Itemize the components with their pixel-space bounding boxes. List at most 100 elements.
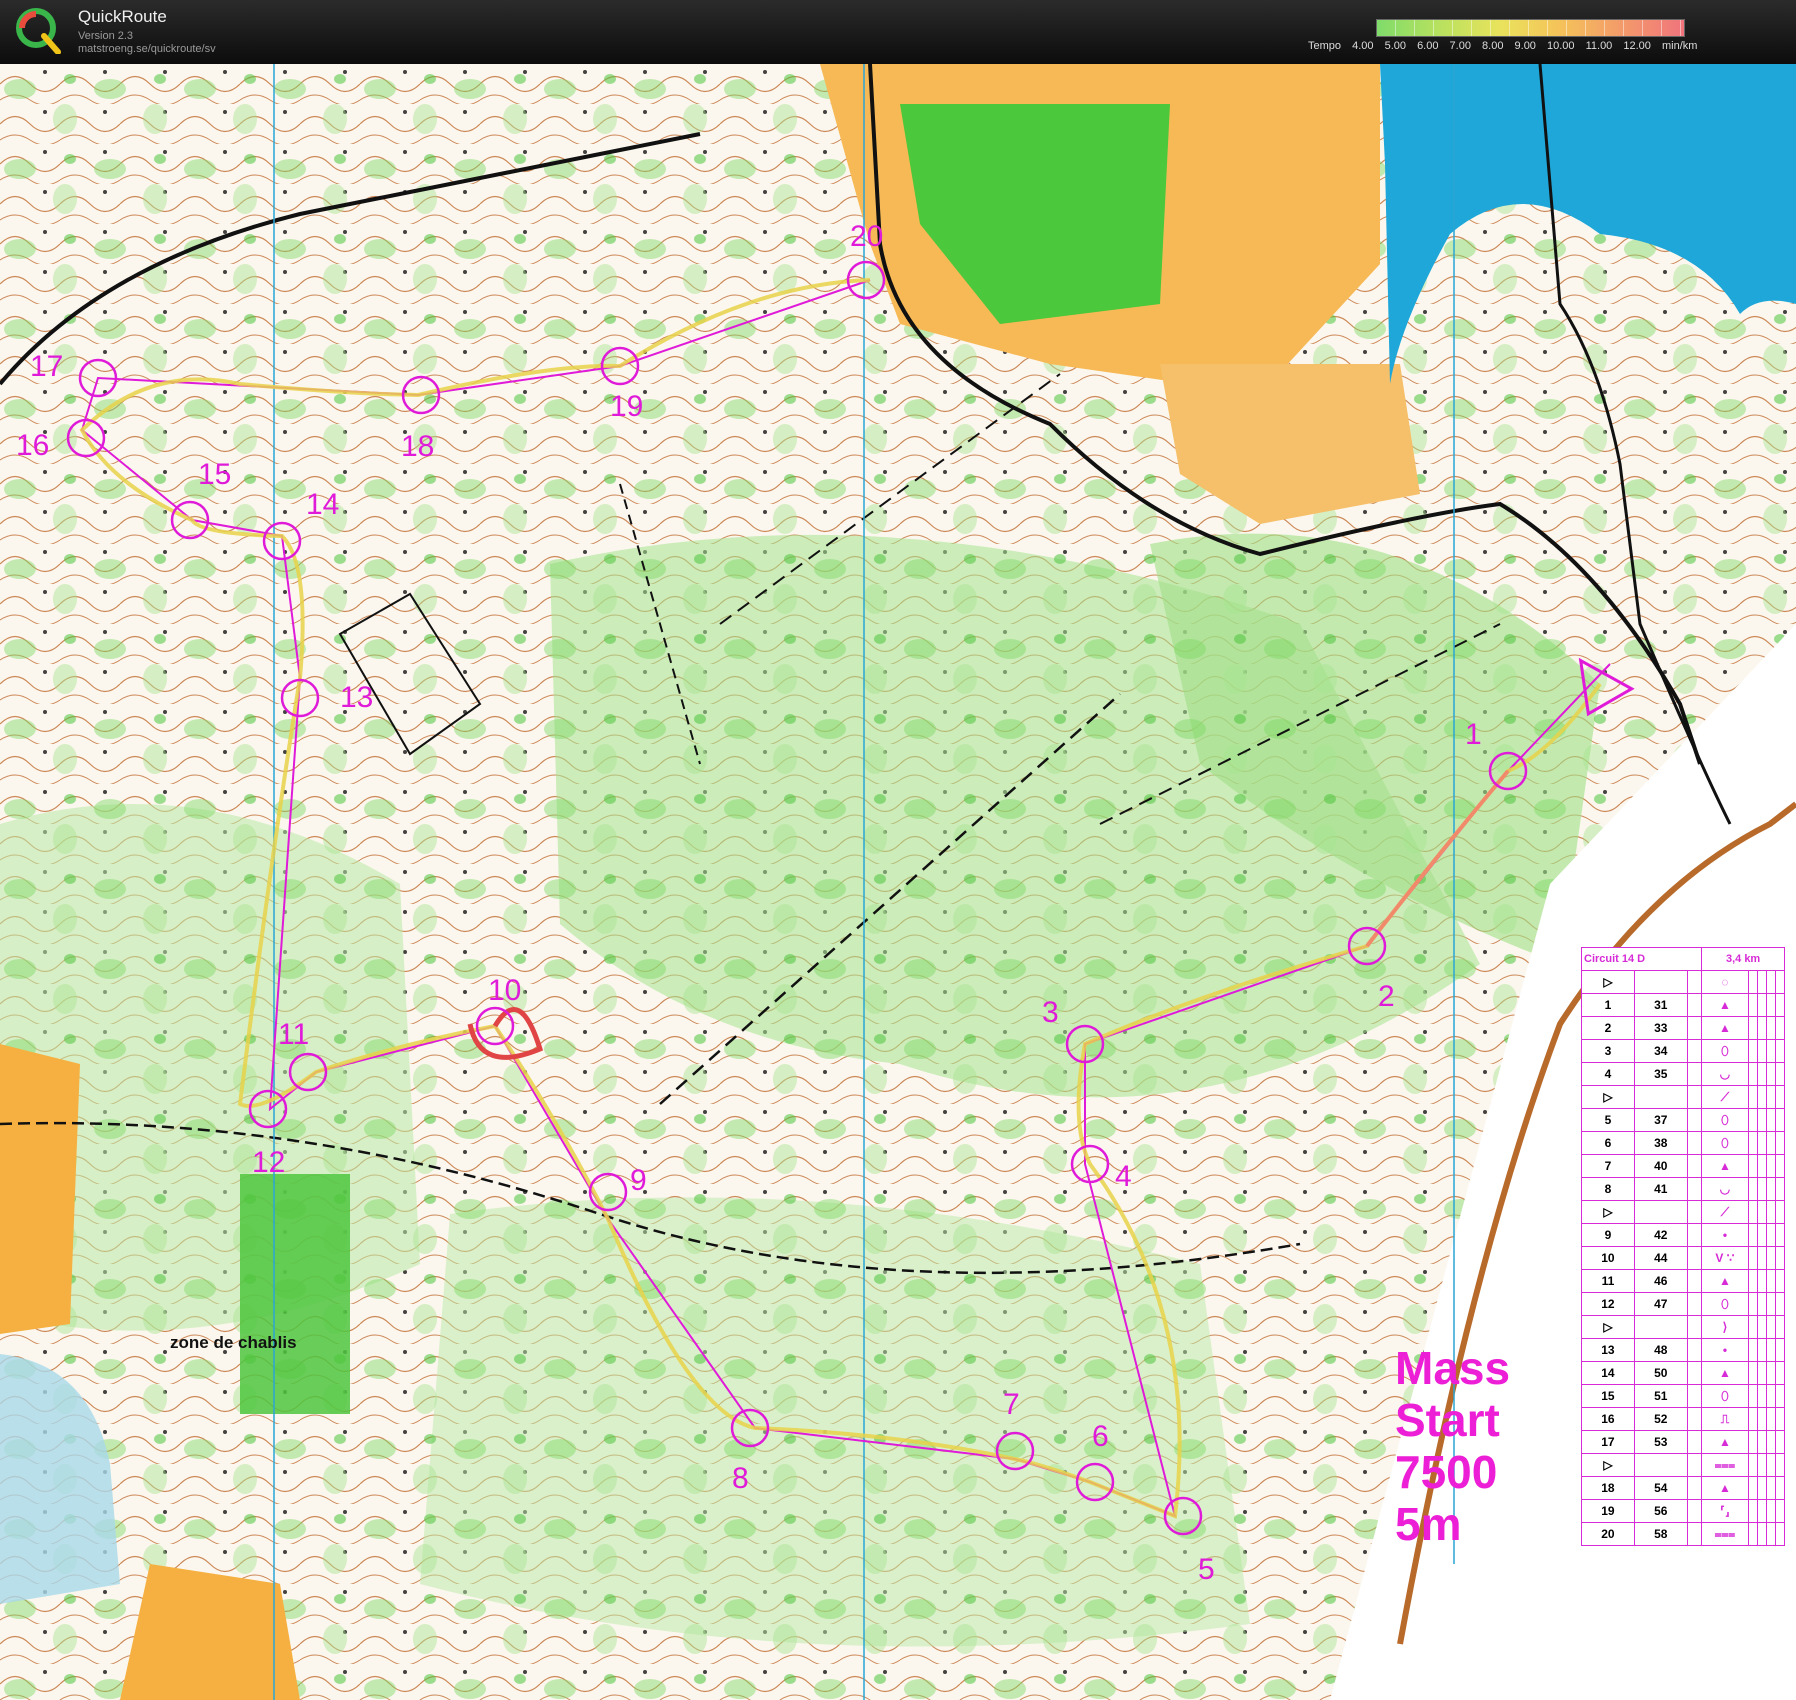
tempo-value: 5.00 bbox=[1384, 40, 1406, 52]
mass-start-note: Mass Start 7500 5m bbox=[1395, 1342, 1510, 1550]
tempo-label: Tempo bbox=[1308, 40, 1342, 52]
empty-cell bbox=[1765, 1476, 1776, 1500]
empty-cell bbox=[1774, 1108, 1786, 1132]
description-row: 19 56 ⸢⸥ bbox=[1581, 1499, 1786, 1523]
feature-symbol: ▲ bbox=[1701, 993, 1749, 1017]
control-code: 53 bbox=[1633, 1430, 1688, 1454]
control-number: 3 bbox=[1042, 996, 1059, 1029]
control-code: 31 bbox=[1633, 993, 1688, 1017]
feature-symbol: ▲ bbox=[1701, 1016, 1749, 1040]
empty-cell bbox=[1756, 993, 1767, 1017]
empty-cell bbox=[1774, 1499, 1786, 1523]
empty-cell bbox=[1774, 1223, 1786, 1247]
control-code: 54 bbox=[1633, 1476, 1688, 1500]
row-number: 17 bbox=[1581, 1430, 1635, 1454]
empty-cell bbox=[1747, 1269, 1758, 1293]
empty-cell bbox=[1747, 1453, 1758, 1477]
empty-cell bbox=[1765, 1315, 1776, 1339]
feature-symbol: ◡ bbox=[1701, 1177, 1749, 1201]
control-code: 58 bbox=[1633, 1522, 1688, 1546]
description-row: 9 42 • bbox=[1581, 1223, 1786, 1247]
empty-cell bbox=[1747, 970, 1758, 994]
feature-symbol: ⩶ bbox=[1701, 1453, 1749, 1477]
control-code: 42 bbox=[1633, 1223, 1688, 1247]
empty-cell bbox=[1747, 1430, 1758, 1454]
description-row: 1 31 ▲ bbox=[1581, 993, 1786, 1017]
feature-symbol: ▲ bbox=[1701, 1476, 1749, 1500]
feature-symbol: ▲ bbox=[1701, 1269, 1749, 1293]
row-number: ▷ bbox=[1581, 1200, 1635, 1224]
row-number: 12 bbox=[1581, 1292, 1635, 1316]
description-row: 8 41 ◡ bbox=[1581, 1177, 1786, 1201]
empty-cell bbox=[1686, 1154, 1703, 1178]
control-number: 13 bbox=[340, 681, 373, 714]
control-number: 14 bbox=[306, 488, 339, 521]
empty-cell bbox=[1774, 1200, 1786, 1224]
description-row: 14 50 ▲ bbox=[1581, 1361, 1786, 1385]
row-number: ▷ bbox=[1581, 1453, 1635, 1477]
empty-cell bbox=[1756, 1361, 1767, 1385]
description-row: ▷ ⟋ bbox=[1581, 1200, 1786, 1224]
control-code: 37 bbox=[1633, 1108, 1688, 1132]
empty-cell bbox=[1756, 1522, 1767, 1546]
empty-cell bbox=[1756, 1085, 1767, 1109]
empty-cell bbox=[1765, 1085, 1776, 1109]
control-number: 8 bbox=[732, 1462, 749, 1495]
empty-cell bbox=[1765, 1223, 1776, 1247]
control-number: 18 bbox=[401, 430, 434, 463]
orienteering-map[interactable]: 1 2 3 4 5 6 7 8 9 10 11 12 13 14 15 16 1… bbox=[0, 64, 1796, 1700]
control-number: 19 bbox=[610, 390, 643, 423]
empty-cell bbox=[1765, 1039, 1776, 1063]
description-row: 12 47 ⬯ bbox=[1581, 1292, 1786, 1316]
map-canvas: 1 2 3 4 5 6 7 8 9 10 11 12 13 14 15 16 1… bbox=[0, 64, 1796, 1700]
empty-cell bbox=[1765, 1338, 1776, 1362]
quickroute-window: QuickRoute Version 2.3 matstroeng.se/qui… bbox=[0, 0, 1796, 1700]
empty-cell bbox=[1756, 1223, 1767, 1247]
empty-cell bbox=[1686, 1131, 1703, 1155]
empty-cell bbox=[1686, 1177, 1703, 1201]
control-code: 51 bbox=[1633, 1384, 1688, 1408]
description-row: 11 46 ▲ bbox=[1581, 1269, 1786, 1293]
empty-cell bbox=[1774, 1062, 1786, 1086]
empty-cell bbox=[1774, 1338, 1786, 1362]
empty-cell bbox=[1756, 1131, 1767, 1155]
course-name: Circuit 14 D bbox=[1580, 947, 1703, 971]
empty-cell bbox=[1756, 1200, 1767, 1224]
empty-cell bbox=[1747, 1361, 1758, 1385]
empty-cell bbox=[1747, 1499, 1758, 1523]
tempo-value: 8.00 bbox=[1482, 40, 1504, 52]
empty-cell bbox=[1765, 1062, 1776, 1086]
empty-cell bbox=[1765, 1200, 1776, 1224]
empty-cell bbox=[1774, 1246, 1786, 1270]
app-url[interactable]: matstroeng.se/quickroute/sv bbox=[78, 43, 216, 55]
feature-symbol: ▲ bbox=[1701, 1154, 1749, 1178]
empty-cell bbox=[1747, 1177, 1758, 1201]
description-row: 4 35 ◡ bbox=[1581, 1062, 1786, 1086]
empty-cell bbox=[1747, 1062, 1758, 1086]
empty-cell bbox=[1756, 1154, 1767, 1178]
tempo-value: 6.00 bbox=[1417, 40, 1439, 52]
row-number: 8 bbox=[1581, 1177, 1635, 1201]
empty-cell bbox=[1774, 1085, 1786, 1109]
quickroute-logo-icon bbox=[16, 8, 61, 54]
control-number: 17 bbox=[30, 350, 63, 383]
row-number: 3 bbox=[1581, 1039, 1635, 1063]
empty-cell bbox=[1686, 993, 1703, 1017]
control-code: 46 bbox=[1633, 1269, 1688, 1293]
empty-cell bbox=[1686, 1361, 1703, 1385]
empty-cell bbox=[1774, 1016, 1786, 1040]
row-number: 20 bbox=[1581, 1522, 1635, 1546]
control-code: 52 bbox=[1633, 1407, 1688, 1431]
control-code bbox=[1633, 1315, 1688, 1339]
feature-symbol: ▲ bbox=[1701, 1361, 1749, 1385]
empty-cell bbox=[1686, 1407, 1703, 1431]
empty-cell bbox=[1765, 1016, 1776, 1040]
app-header: QuickRoute Version 2.3 matstroeng.se/qui… bbox=[0, 0, 1796, 64]
feature-symbol: ◌ bbox=[1701, 970, 1749, 994]
description-row: ▷ ⩶ bbox=[1581, 1453, 1786, 1477]
empty-cell bbox=[1686, 1292, 1703, 1316]
feature-symbol: ▲ bbox=[1701, 1430, 1749, 1454]
row-number: 9 bbox=[1581, 1223, 1635, 1247]
control-number: 7 bbox=[1003, 1388, 1020, 1421]
empty-cell bbox=[1756, 1315, 1767, 1339]
